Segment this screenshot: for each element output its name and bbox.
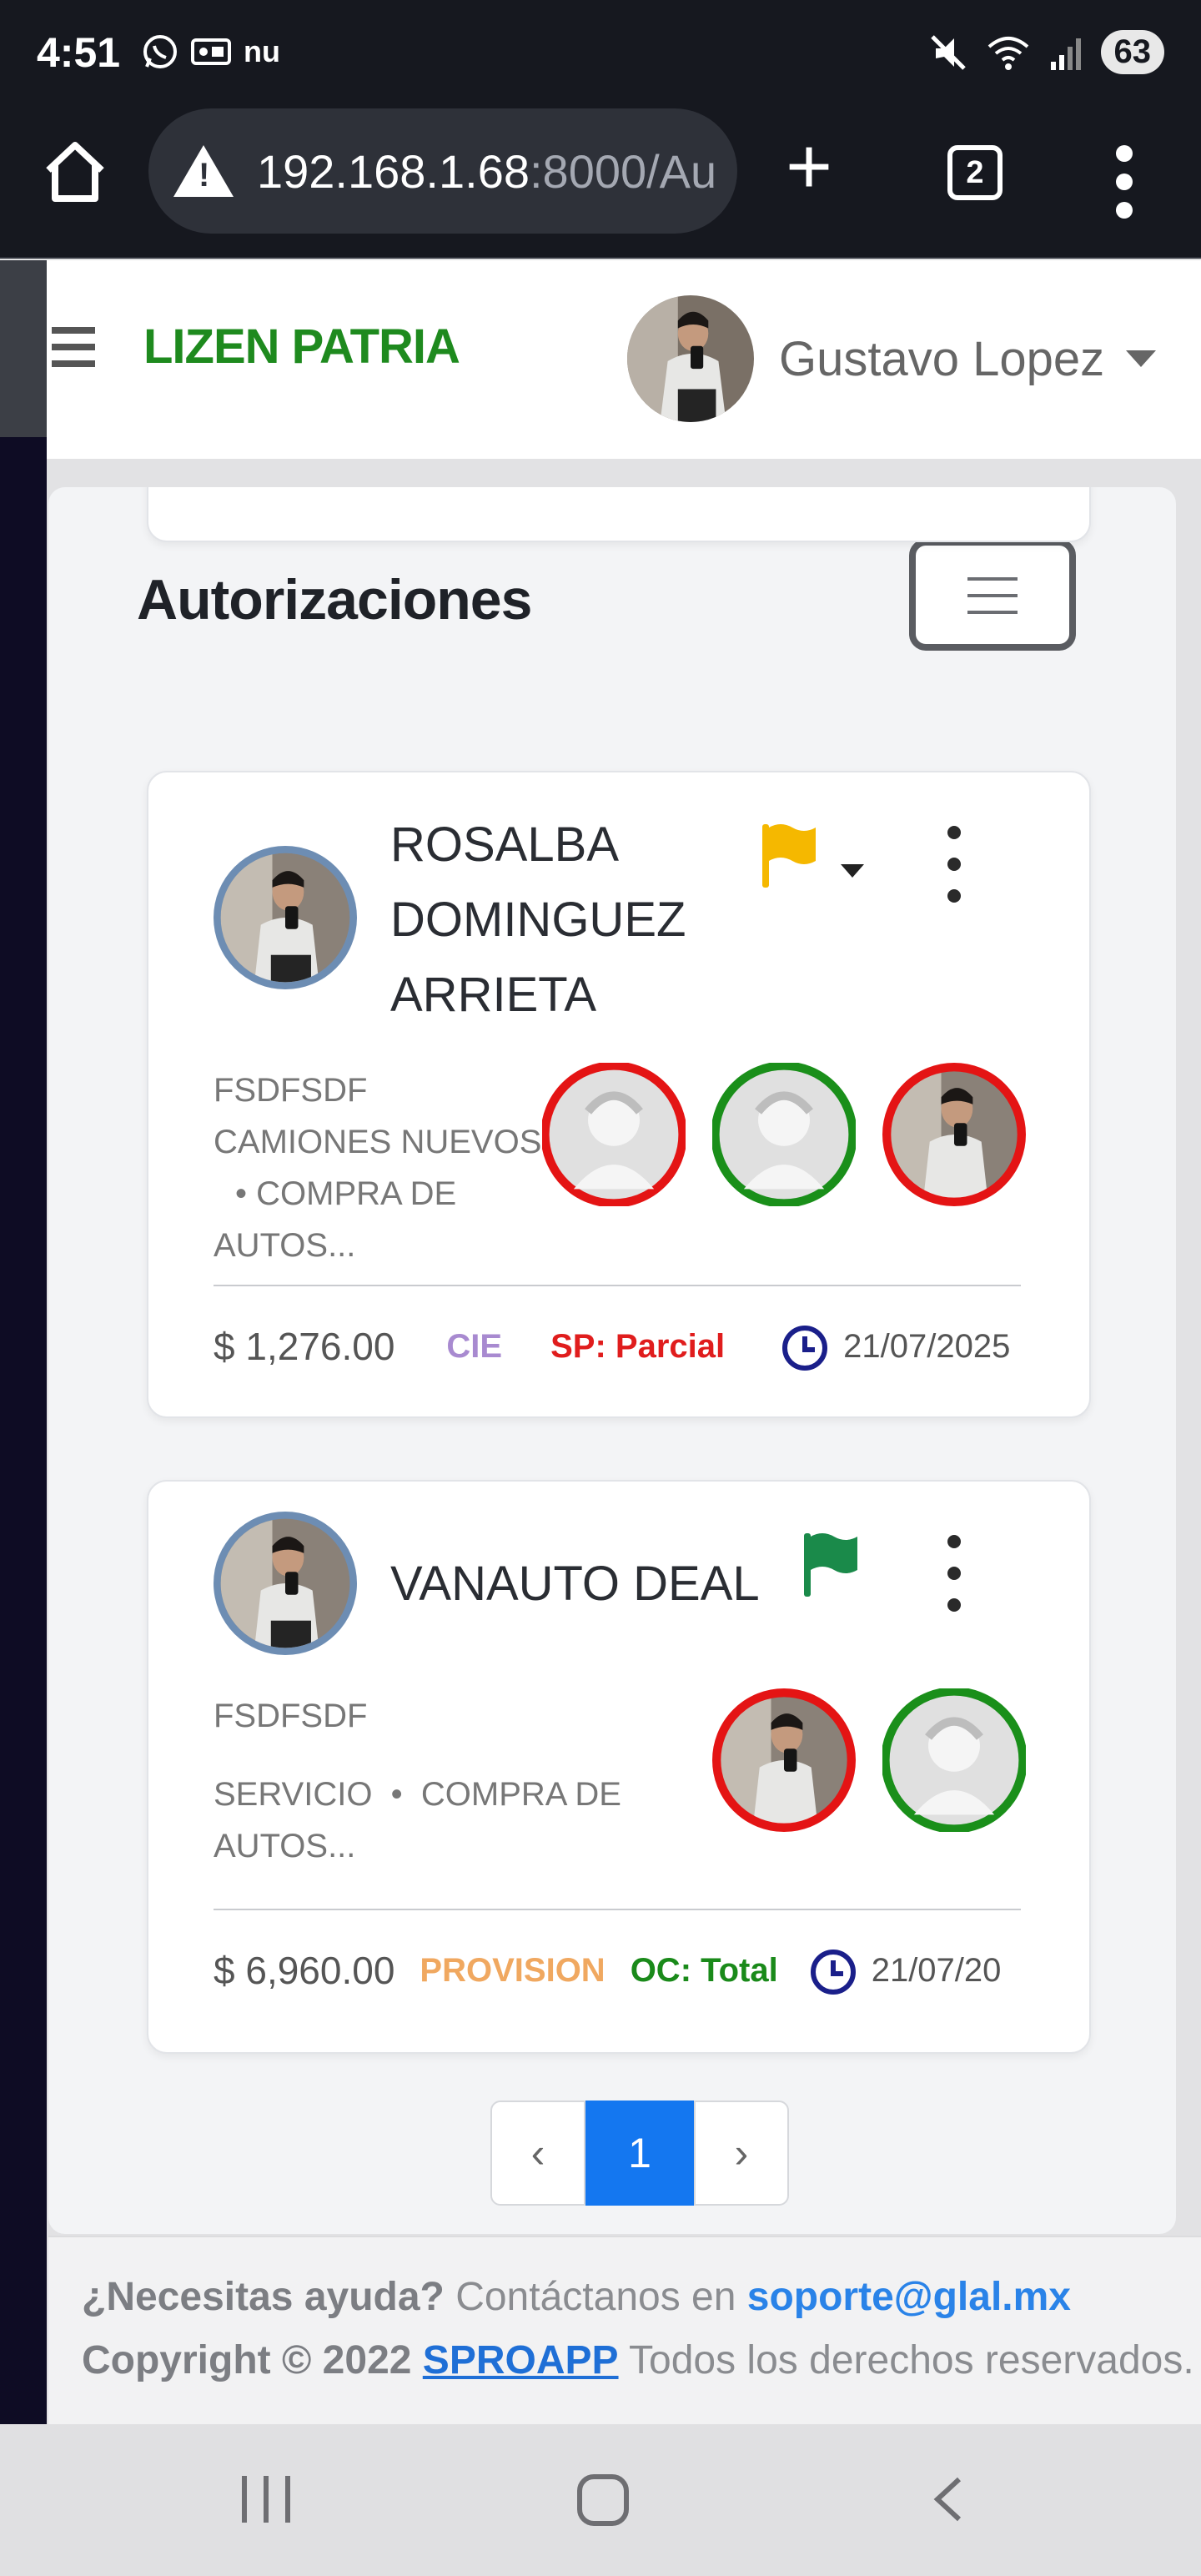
approver-avatar — [882, 1688, 1026, 1832]
card-divider — [214, 1909, 1021, 1910]
warning-icon — [173, 145, 234, 197]
browser-menu-icon[interactable] — [1116, 145, 1136, 219]
approver-avatar — [712, 1688, 856, 1832]
requester-name: VANAUTO DEAL — [390, 1557, 760, 1611]
approvers-list — [712, 1688, 1026, 1832]
type-badge: CIE — [446, 1327, 503, 1365]
clock-icon — [782, 1326, 828, 1371]
status-bar: 4:51 nu 63 — [0, 0, 1201, 108]
date: 21/07/2025 — [843, 1327, 1011, 1365]
card-options-icon[interactable] — [947, 1535, 964, 1612]
requester-avatar — [214, 846, 357, 989]
nu-icon: nu — [244, 34, 280, 68]
user-menu[interactable]: Gustavo Lopez — [627, 295, 1157, 422]
flag-icon[interactable] — [757, 821, 827, 891]
card-footer: $ 6,960.00 PROVISION OC: Total 21/07/20 — [214, 1935, 1021, 2005]
status-badge: OC: Total — [630, 1951, 778, 1989]
home-button-icon[interactable] — [577, 2474, 629, 2526]
previous-page-button[interactable]: ‹ — [490, 2101, 585, 2206]
mute-icon — [930, 34, 966, 70]
approver-avatar — [712, 1063, 856, 1206]
system-navigation-bar — [0, 2424, 1201, 2576]
card-description: FSDFSDF — [214, 1698, 368, 1734]
authorization-card[interactable]: VANAUTO DEAL FSDFSDF SERVICIO • COMPRA D… — [147, 1480, 1091, 2054]
pagination: ‹ 1 › — [490, 2101, 789, 2206]
voicemail-icon — [191, 38, 231, 65]
approvers-list — [542, 1063, 1026, 1206]
clock-time: 4:51 — [37, 29, 121, 76]
battery-indicator: 63 — [1100, 30, 1164, 74]
status-badge: SP: Parcial — [550, 1327, 726, 1365]
notification-icons: nu — [142, 33, 280, 70]
page-1-button[interactable]: 1 — [585, 2101, 694, 2206]
system-icons: 63 — [929, 30, 1164, 74]
approver-avatar — [542, 1063, 686, 1206]
sidebar-strip — [0, 260, 47, 2424]
main-panel: Autorizaciones ROSALBA DOMINGUEZ ARRIETA — [48, 487, 1176, 2234]
card-description: FSDFSDF — [214, 1072, 368, 1109]
flag-icon[interactable] — [799, 1530, 869, 1600]
clock-icon — [810, 1950, 856, 1995]
address-bar[interactable]: 192.168.1.68:8000/Au — [148, 108, 737, 234]
whatsapp-icon — [143, 35, 177, 68]
help-line: ¿Necesitas ayuda? Contáctanos en soporte… — [82, 2275, 1071, 2319]
signal-icon — [1050, 38, 1081, 70]
tab-switcher-button[interactable]: 2 — [947, 145, 1003, 200]
chevron-down-icon — [1126, 350, 1157, 367]
new-tab-button[interactable]: + — [786, 127, 832, 207]
app-header: LIZEN PATRIA Gustavo Lopez — [47, 260, 1201, 459]
filter-toggle-button[interactable] — [909, 539, 1076, 651]
authorization-card[interactable]: ROSALBA DOMINGUEZ ARRIETA FSDFSDF CAMION… — [147, 771, 1091, 1418]
url-text: 192.168.1.68:8000/Au — [257, 144, 717, 198]
requester-avatar — [214, 1512, 357, 1655]
user-avatar — [627, 295, 754, 422]
copyright-line: Copyright © 2022 SPROAPP Todos los derec… — [82, 2338, 1194, 2382]
browser-toolbar: 192.168.1.68:8000/Au + 2 — [0, 108, 1201, 259]
brand-name[interactable]: LIZEN PATRIA — [143, 319, 460, 375]
requester-name: ROSALBA DOMINGUEZ ARRIETA — [390, 818, 686, 1022]
flag-dropdown-caret-icon[interactable] — [841, 864, 864, 878]
user-name: Gustavo Lopez — [779, 331, 1105, 386]
card-footer: $ 1,276.00 CIE SP: Parcial 21/07/2025 — [214, 1311, 1021, 1381]
company-link[interactable]: SPROAPP — [423, 2338, 619, 2382]
hamburger-menu-icon[interactable] — [52, 327, 95, 377]
card-divider — [214, 1285, 1021, 1286]
site-footer: ¿Necesitas ayuda? Contáctanos en soporte… — [48, 2236, 1201, 2424]
wifi-icon — [987, 36, 1028, 70]
amount: $ 1,276.00 — [214, 1325, 395, 1368]
amount: $ 6,960.00 — [214, 1949, 395, 1992]
page-title: Autorizaciones — [137, 568, 532, 631]
approver-avatar — [882, 1063, 1026, 1206]
support-email-link[interactable]: soporte@glal.mx — [747, 2275, 1071, 2319]
date: 21/07/20 — [871, 1951, 1002, 1989]
home-icon[interactable] — [40, 137, 110, 207]
card-options-icon[interactable] — [947, 826, 964, 903]
previous-card[interactable] — [147, 487, 1091, 542]
card-category: CAMIONES NUEVOS • COMPRA DE AUTOS... — [214, 1124, 542, 1264]
recent-apps-icon[interactable] — [242, 2476, 290, 2523]
type-badge: PROVISION — [420, 1951, 606, 1989]
back-icon[interactable] — [926, 2474, 976, 2524]
next-page-button[interactable]: › — [694, 2101, 789, 2206]
card-category: SERVICIO • COMPRA DE AUTOS... — [214, 1776, 621, 1864]
